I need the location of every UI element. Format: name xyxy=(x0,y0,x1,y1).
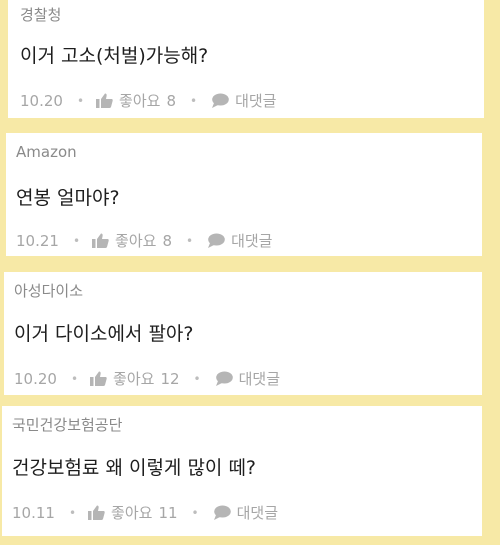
comment-date: 10.20 xyxy=(14,369,57,388)
like-count: 12 xyxy=(160,369,180,388)
reply-label: 대댓글 xyxy=(231,232,273,250)
thumbs-up-icon xyxy=(88,505,105,520)
like-label: 좋아요 xyxy=(115,232,157,250)
comment-date: 10.21 xyxy=(16,231,59,250)
like-label: 좋아요 xyxy=(119,92,161,110)
comment-card: 국민건강보험공단 건강보험료 왜 이렇게 많이 떼? 10.11 • 좋아요 1… xyxy=(2,406,482,536)
comment-author[interactable]: Amazon xyxy=(16,143,77,161)
thumbs-up-icon xyxy=(92,233,109,248)
reply-label: 대댓글 xyxy=(236,504,279,522)
like-count: 8 xyxy=(166,91,176,110)
comment-date: 10.20 xyxy=(20,91,63,110)
like-label: 좋아요 xyxy=(113,370,155,388)
comment-meta: 10.20 • 좋아요 12 • 대댓글 xyxy=(14,368,280,389)
reply-button[interactable]: 대댓글 xyxy=(215,368,280,389)
separator-dot: • xyxy=(70,371,79,386)
speech-bubble-icon xyxy=(213,505,231,520)
like-count: 8 xyxy=(162,231,172,250)
comment-author[interactable]: 국민건강보험공단 xyxy=(12,414,122,435)
thumbs-up-icon xyxy=(90,371,107,386)
speech-bubble-icon xyxy=(211,93,229,108)
comment-text: 연봉 얼마야? xyxy=(16,187,120,209)
comment-author[interactable]: 경찰청 xyxy=(20,4,61,25)
comment-text: 건강보험료 왜 이렇게 많이 떼? xyxy=(12,457,257,479)
reply-label: 대댓글 xyxy=(238,370,281,388)
separator-dot: • xyxy=(72,233,81,248)
thumbs-up-icon xyxy=(96,93,113,108)
reply-label: 대댓글 xyxy=(235,92,277,110)
like-button[interactable]: 좋아요 12 xyxy=(90,368,180,389)
like-button[interactable]: 좋아요 11 xyxy=(88,502,178,523)
comment-date: 10.11 xyxy=(12,503,55,522)
comment-meta: 10.20 • 좋아요 8 • 대댓글 xyxy=(20,90,276,111)
reply-button[interactable]: 대댓글 xyxy=(213,502,278,523)
like-button[interactable]: 좋아요 8 xyxy=(92,230,172,251)
like-count: 11 xyxy=(158,503,178,522)
comment-author[interactable]: 아성다이소 xyxy=(14,280,83,301)
speech-bubble-icon xyxy=(207,233,225,248)
comment-card: Amazon 연봉 얼마야? 10.21 • 좋아요 8 • 대댓글 xyxy=(6,133,482,256)
speech-bubble-icon xyxy=(215,371,233,386)
separator-dot: • xyxy=(185,233,194,248)
like-label: 좋아요 xyxy=(111,504,153,522)
comment-text: 이거 고소(처벌)가능해? xyxy=(20,45,209,67)
comment-card: 아성다이소 이거 다이소에서 팔아? 10.20 • 좋아요 12 • 대댓글 xyxy=(4,272,482,395)
separator-dot: • xyxy=(76,93,85,108)
reply-button[interactable]: 대댓글 xyxy=(207,230,272,251)
comment-text: 이거 다이소에서 팔아? xyxy=(14,323,194,345)
separator-dot: • xyxy=(189,93,198,108)
separator-dot: • xyxy=(191,505,199,520)
separator-dot: • xyxy=(193,371,201,386)
like-button[interactable]: 좋아요 8 xyxy=(96,90,176,111)
comment-meta: 10.11 • 좋아요 11 • 대댓글 xyxy=(12,502,278,523)
separator-dot: • xyxy=(68,505,77,520)
comment-card: 경찰청 이거 고소(처벌)가능해? 10.20 • 좋아요 8 • 대댓글 xyxy=(8,0,484,118)
comment-meta: 10.21 • 좋아요 8 • 대댓글 xyxy=(16,230,272,251)
reply-button[interactable]: 대댓글 xyxy=(211,90,276,111)
